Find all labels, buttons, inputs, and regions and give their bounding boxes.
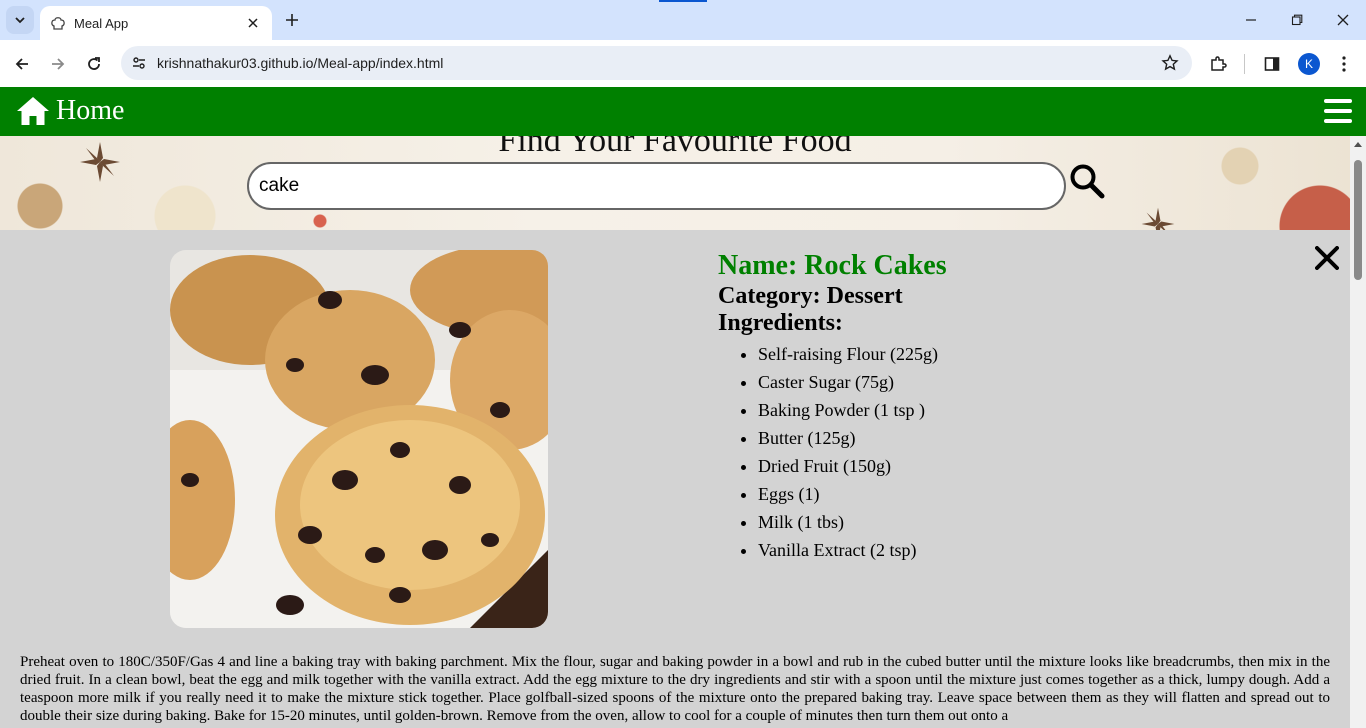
meal-info: Name: Rock Cakes Category: Dessert Ingre… — [718, 250, 947, 564]
house-icon — [17, 97, 49, 125]
url-text: krishnathakur03.github.io/Meal-app/index… — [157, 55, 444, 71]
meal-category: Category: Dessert — [718, 283, 903, 309]
page-title: Find Your Favourite Food — [498, 136, 852, 159]
site-navbar: Home — [0, 87, 1366, 136]
tab-search-button[interactable] — [6, 6, 34, 34]
meal-name: Name: Rock Cakes — [718, 250, 947, 281]
arrow-left-icon — [15, 58, 28, 70]
ingredient-item: Self-raising Flour (225g) — [758, 340, 947, 368]
ingredient-item: Dried Fruit (150g) — [758, 452, 947, 480]
scrollbar-thumb[interactable] — [1354, 160, 1362, 280]
restore-icon — [1291, 14, 1303, 26]
plus-icon — [286, 14, 298, 26]
home-link[interactable]: Home — [16, 95, 124, 127]
ingredient-item: Eggs (1) — [758, 480, 947, 508]
site-info-icon[interactable] — [129, 53, 149, 73]
back-button[interactable] — [8, 50, 36, 78]
search-icon — [1070, 164, 1105, 199]
meal-detail-panel: Name: Rock Cakes Category: Dessert Ingre… — [0, 230, 1350, 728]
meal-instructions: Preheat oven to 180C/350F/Gas 4 and line… — [20, 654, 1330, 724]
profile-avatar[interactable]: K — [1298, 53, 1320, 75]
side-panel-icon — [1264, 57, 1280, 71]
browser-toolbar: krishnathakur03.github.io/Meal-app/index… — [0, 40, 1366, 87]
ingredients-list: Self-raising Flour (225g) Caster Sugar (… — [718, 340, 947, 564]
ingredient-item: Butter (125g) — [758, 424, 947, 452]
home-label: Home — [56, 95, 125, 126]
ingredient-item: Milk (1 tbs) — [758, 508, 947, 536]
minimize-button[interactable] — [1228, 0, 1274, 40]
minimize-icon — [1246, 19, 1256, 21]
puzzle-icon — [1211, 56, 1227, 71]
close-icon[interactable] — [1313, 244, 1341, 272]
hero-banner: Find Your Favourite Food — [0, 136, 1350, 230]
scroll-up-arrow-icon[interactable] — [1354, 142, 1362, 147]
ingredient-item: Baking Powder (1 tsp ) — [758, 396, 947, 424]
extensions-button[interactable] — [1204, 50, 1232, 78]
reload-icon — [88, 57, 100, 70]
ingredients-heading: Ingredients: — [718, 310, 843, 336]
web-page: Home Find Your Favourite Food cake Name:… — [0, 87, 1366, 728]
search-button[interactable] — [1068, 162, 1106, 200]
browser-tabstrip: Meal App — [0, 0, 1366, 40]
chef-hat-icon — [51, 17, 65, 30]
browser-menu-button[interactable] — [1330, 50, 1358, 78]
toolbar-divider — [1244, 54, 1245, 74]
meal-image — [170, 250, 548, 628]
tab-title: Meal App — [74, 15, 129, 31]
page-scrollbar[interactable] — [1350, 136, 1366, 728]
arrow-right-icon — [52, 58, 65, 70]
chevron-down-icon — [15, 17, 25, 24]
close-icon — [1337, 14, 1349, 26]
search-input[interactable] — [247, 162, 1066, 210]
reload-button[interactable] — [80, 50, 108, 78]
restore-button[interactable] — [1274, 0, 1320, 40]
close-window-button[interactable] — [1320, 0, 1366, 40]
hamburger-menu-icon[interactable] — [1324, 99, 1352, 123]
kebab-menu-icon — [1342, 56, 1346, 72]
close-tab-icon[interactable] — [244, 14, 262, 32]
new-tab-button[interactable] — [280, 8, 304, 32]
browser-tab[interactable]: Meal App — [40, 6, 272, 40]
bookmark-star-icon[interactable] — [1160, 53, 1180, 73]
address-bar[interactable]: krishnathakur03.github.io/Meal-app/index… — [121, 46, 1192, 80]
ingredient-item: Vanilla Extract (2 tsp) — [758, 536, 947, 564]
ingredient-item: Caster Sugar (75g) — [758, 368, 947, 396]
forward-button[interactable] — [44, 50, 72, 78]
star-anise-decoration — [1141, 207, 1175, 230]
tab-accent-line — [659, 0, 707, 2]
side-panel-button[interactable] — [1258, 50, 1286, 78]
